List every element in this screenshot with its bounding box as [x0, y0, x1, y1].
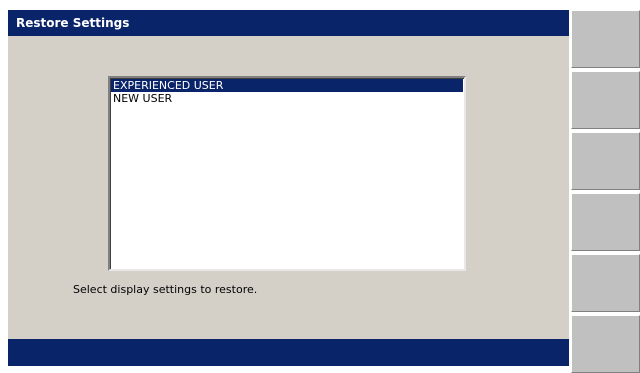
softkey-5[interactable]: [571, 254, 640, 312]
list-item-new-user[interactable]: NEW USER: [111, 92, 463, 105]
restore-settings-dialog: Restore Settings EXPERIENCED USER NEW US…: [8, 10, 569, 366]
settings-listbox[interactable]: EXPERIENCED USER NEW USER: [108, 76, 466, 271]
footer-bar: [8, 339, 569, 366]
softkey-6[interactable]: [571, 315, 640, 373]
softkey-3[interactable]: [571, 132, 640, 190]
softkey-2[interactable]: [571, 71, 640, 129]
softkey-1[interactable]: [571, 10, 640, 68]
list-item-experienced-user[interactable]: EXPERIENCED USER: [111, 79, 463, 92]
instruction-text: Select display settings to restore.: [73, 283, 258, 296]
softkey-panel: [571, 10, 640, 373]
dialog-title: Restore Settings: [8, 10, 569, 36]
softkey-4[interactable]: [571, 193, 640, 251]
